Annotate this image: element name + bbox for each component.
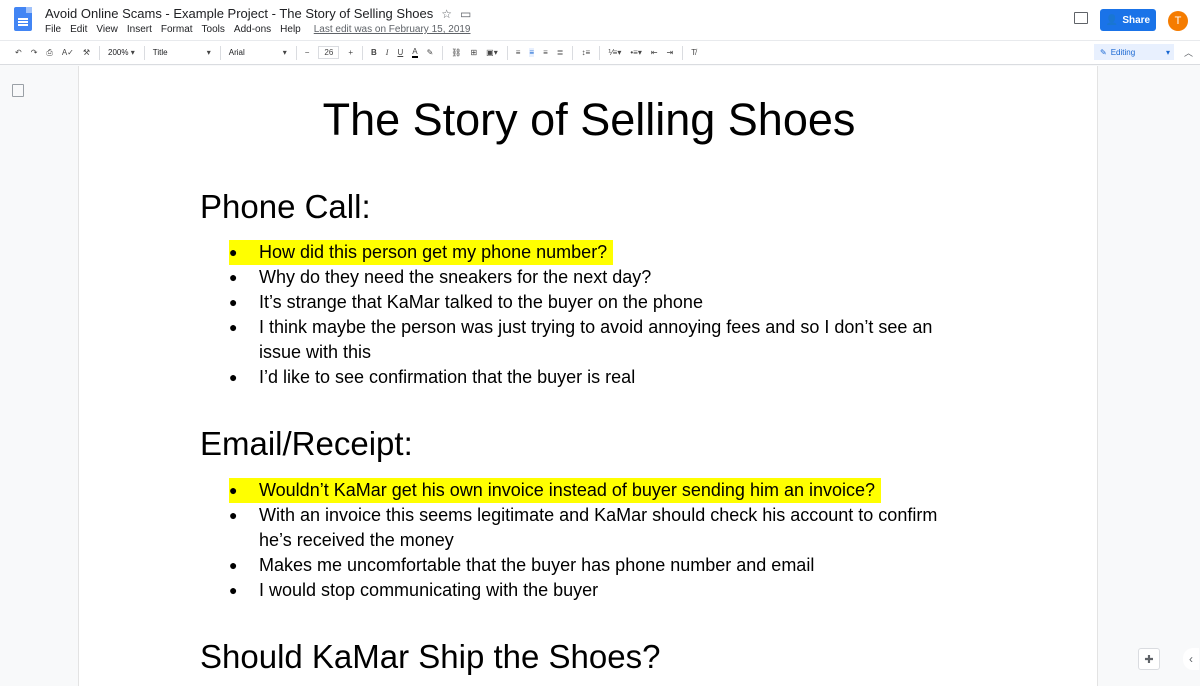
align-left-icon[interactable]: ≡ — [516, 48, 521, 57]
document-outline-icon[interactable] — [12, 84, 24, 97]
bullet-list: Wouldn’t KaMar get his own invoice inste… — [229, 478, 949, 603]
redo-icon[interactable]: ↷ — [31, 48, 38, 57]
list-item[interactable]: Wouldn’t KaMar get his own invoice inste… — [229, 478, 949, 503]
bold-icon[interactable]: B — [371, 48, 377, 57]
font-value: Arial — [228, 48, 245, 57]
pencil-icon: ✎ — [1100, 47, 1107, 57]
decrease-font-size-icon[interactable]: − — [305, 48, 310, 57]
title-row: Avoid Online Scams - Example Project - T… — [45, 6, 471, 21]
align-right-icon[interactable]: ≡ — [543, 48, 548, 57]
line-spacing-icon[interactable]: ↕≡ — [581, 48, 590, 57]
bullet-list: How did this person get my phone number?… — [229, 240, 949, 390]
justify-icon[interactable]: ≣ — [557, 48, 564, 57]
list-item[interactable]: I would stop communicating with the buye… — [229, 578, 949, 603]
chevron-down-icon: ▾ — [1165, 47, 1170, 57]
decrease-indent-icon[interactable]: ⇤ — [651, 48, 658, 57]
menu-insert[interactable]: Insert — [127, 24, 152, 35]
lock-person-icon: 👤 — [1105, 14, 1119, 26]
menu-tools[interactable]: Tools — [202, 24, 225, 35]
editing-mode-label: Editing — [1110, 47, 1136, 57]
toolbar-divider — [219, 45, 221, 60]
toolbar-divider — [362, 45, 363, 60]
menu-add-ons[interactable]: Add-ons — [234, 24, 271, 35]
comment-icon[interactable]: ⊞ — [470, 48, 477, 57]
highlighted-text: Wouldn’t KaMar get his own invoice inste… — [229, 478, 882, 503]
numbered-list-icon[interactable]: ⅟≡▾ — [608, 48, 621, 57]
document-page[interactable]: The Story of Selling Shoes Phone Call: H… — [78, 66, 1098, 686]
font-size-input[interactable]: 26 — [318, 46, 340, 59]
zoom-value: 200% — [108, 48, 129, 57]
style-value: Title — [152, 48, 168, 57]
list-item[interactable]: Why do they need the sneakers for the ne… — [229, 265, 949, 290]
menu-file[interactable]: File — [45, 24, 61, 35]
toolbar-divider — [682, 45, 684, 60]
toolbar-divider — [99, 45, 101, 60]
editing-mode-select[interactable]: ✎ Editing ▾ — [1094, 44, 1174, 60]
image-icon[interactable]: ▣▾ — [486, 48, 498, 57]
list-item[interactable]: I’d like to see confirmation that the bu… — [229, 365, 949, 390]
toolbar-divider — [599, 45, 601, 60]
menu-edit[interactable]: Edit — [70, 24, 87, 35]
bulleted-list-icon[interactable]: •≡▾ — [630, 48, 641, 57]
list-item[interactable]: I think maybe the person was just trying… — [229, 315, 949, 365]
text-color-icon[interactable]: A — [412, 47, 418, 58]
toolbar-divider — [442, 45, 444, 60]
document-title[interactable]: Avoid Online Scams - Example Project - T… — [45, 6, 433, 21]
collapse-menus-icon[interactable]: ︿ — [1184, 46, 1193, 59]
toolbar-divider — [143, 45, 145, 60]
section-heading[interactable]: Should KaMar Ship the Shoes? — [200, 638, 660, 676]
section-heading[interactable]: Email/Receipt: — [200, 425, 413, 463]
menu-format[interactable]: Format — [161, 24, 193, 35]
docs-logo-icon[interactable] — [14, 7, 32, 31]
toolbar-divider — [506, 45, 508, 60]
share-button[interactable]: 👤 Share — [1100, 9, 1156, 31]
clear-formatting-icon[interactable]: T̸ — [691, 48, 696, 57]
underline-icon[interactable]: U — [397, 48, 403, 57]
list-item[interactable]: It’s strange that KaMar talked to the bu… — [229, 290, 949, 315]
section-heading[interactable]: Phone Call: — [200, 188, 371, 226]
align-center-icon[interactable]: ≡ — [529, 48, 535, 57]
list-item[interactable]: Makes me uncomfortable that the buyer ha… — [229, 553, 949, 578]
highlight-icon[interactable]: ✎ — [427, 48, 434, 57]
title-bar: Avoid Online Scams - Example Project - T… — [0, 0, 1200, 40]
star-icon[interactable]: ☆ — [441, 7, 452, 21]
list-item[interactable]: With an invoice this seems legitimate an… — [229, 503, 949, 553]
highlighted-text: How did this person get my phone number? — [229, 240, 614, 265]
paint-format-icon[interactable]: ⚒ — [83, 48, 90, 57]
menu-view[interactable]: View — [96, 24, 118, 35]
side-panel-chevron-icon[interactable]: ‹ — [1183, 648, 1199, 670]
increase-indent-icon[interactable]: ⇥ — [667, 48, 674, 57]
toolbar-divider — [295, 45, 297, 60]
explore-icon[interactable]: ✚ — [1138, 648, 1160, 670]
menu-help[interactable]: Help — [280, 24, 301, 35]
list-item[interactable]: How did this person get my phone number? — [229, 240, 949, 265]
zoom-select[interactable]: 200% ▾ — [108, 48, 135, 57]
formatting-toolbar: ↶ ↷ ⎙ A✓ ⚒ 200% ▾ Title ▾ Arial ▾ − 26 + B… — [0, 40, 1200, 65]
link-icon[interactable]: ⛓ — [451, 48, 461, 57]
increase-font-size-icon[interactable]: + — [348, 48, 353, 57]
last-edit-link[interactable]: Last edit was on February 15, 2019 — [314, 24, 471, 35]
italic-icon[interactable]: I — [386, 48, 389, 57]
style-select[interactable]: Title ▾ — [153, 48, 211, 57]
avatar[interactable]: T — [1168, 11, 1188, 31]
undo-icon[interactable]: ↶ — [15, 48, 22, 57]
move-to-folder-icon[interactable]: ▭ — [460, 7, 471, 21]
document-heading[interactable]: The Story of Selling Shoes — [79, 94, 1097, 146]
spellcheck-icon[interactable]: A✓ — [62, 48, 74, 57]
comments-history-icon[interactable] — [1074, 12, 1088, 24]
font-select[interactable]: Arial ▾ — [229, 48, 287, 57]
toolbar-divider — [572, 45, 574, 60]
print-icon[interactable]: ⎙ — [46, 48, 52, 58]
menu-bar: File Edit View Insert Format Tools Add-o… — [45, 24, 471, 35]
share-label: Share — [1122, 14, 1151, 26]
